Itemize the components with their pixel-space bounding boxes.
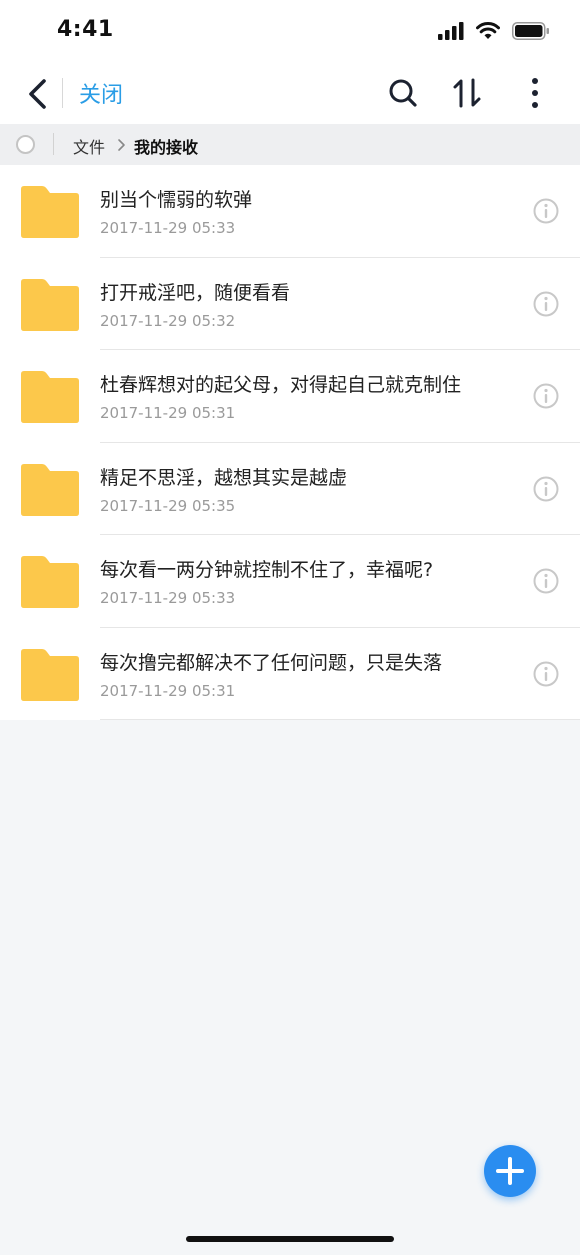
folder-icon bbox=[21, 648, 79, 701]
search-button[interactable] bbox=[386, 76, 420, 110]
list-item[interactable]: 别当个懦弱的软弹 2017-11-29 05:33 bbox=[0, 165, 580, 258]
sort-icon bbox=[453, 78, 481, 108]
folder-icon bbox=[21, 186, 79, 238]
info-icon[interactable] bbox=[533, 568, 559, 594]
more-vertical-icon bbox=[532, 78, 538, 108]
list-item[interactable]: 每次看一两分钟就控制不住了，幸福呢? 2017-11-29 05:33 bbox=[0, 535, 580, 628]
file-date: 2017-11-29 05:33 bbox=[100, 219, 236, 237]
info-icon[interactable] bbox=[533, 383, 559, 409]
home-indicator bbox=[186, 1236, 394, 1242]
status-bar: 4:41 bbox=[0, 0, 580, 62]
file-date: 2017-11-29 05:35 bbox=[100, 496, 236, 515]
list-item[interactable]: 每次撸完都解决不了任何问题，只是失落 2017-11-29 05:31 bbox=[0, 628, 580, 720]
list-item[interactable]: 精足不思淫，越想其实是越虚 2017-11-29 05:35 bbox=[0, 443, 580, 535]
file-name: 别当个懦弱的软弹 bbox=[100, 189, 253, 211]
folder-icon bbox=[21, 556, 79, 608]
info-icon[interactable] bbox=[533, 291, 559, 317]
file-date: 2017-11-29 05:31 bbox=[100, 404, 236, 422]
more-button[interactable] bbox=[520, 76, 550, 110]
sort-button[interactable] bbox=[451, 76, 485, 110]
select-all-radio[interactable] bbox=[16, 135, 35, 154]
breadcrumb-root[interactable]: 文件 bbox=[73, 134, 105, 158]
list-item[interactable]: 打开戒淫吧，随便看看 2017-11-29 05:32 bbox=[0, 258, 580, 350]
signal-icon bbox=[438, 22, 464, 40]
header: 关闭 bbox=[0, 62, 580, 124]
folder-icon bbox=[21, 371, 79, 423]
breadcrumb-current: 我的接收 bbox=[134, 138, 199, 157]
status-time: 4:41 bbox=[57, 17, 114, 42]
breadcrumb: 文件 我的接收 bbox=[0, 124, 580, 165]
breadcrumb-divider bbox=[53, 133, 54, 155]
screen: 4:41 关闭 文件 我的接收 别当个懦弱的软弹 2017-11-29 05:3… bbox=[0, 0, 580, 1255]
close-button[interactable]: 关闭 bbox=[79, 77, 123, 109]
file-name: 杜春辉想对的起父母，对得起自己就克制住 bbox=[100, 374, 462, 396]
file-list: 别当个懦弱的软弹 2017-11-29 05:33 打开戒淫吧，随便看看 201… bbox=[0, 165, 580, 720]
file-date: 2017-11-29 05:33 bbox=[100, 589, 236, 607]
file-name: 每次看一两分钟就控制不住了，幸福呢? bbox=[100, 559, 434, 581]
battery-icon bbox=[512, 22, 549, 40]
folder-icon bbox=[21, 278, 79, 331]
folder-icon bbox=[21, 463, 79, 516]
file-date: 2017-11-29 05:32 bbox=[100, 311, 236, 330]
chevron-left-icon bbox=[29, 79, 46, 109]
list-item[interactable]: 杜春辉想对的起父母，对得起自己就克制住 2017-11-29 05:31 bbox=[0, 350, 580, 443]
info-icon[interactable] bbox=[533, 661, 559, 687]
add-button[interactable] bbox=[484, 1145, 536, 1197]
file-name: 每次撸完都解决不了任何问题，只是失落 bbox=[100, 651, 443, 674]
chevron-right-icon bbox=[118, 139, 125, 151]
file-date: 2017-11-29 05:31 bbox=[100, 681, 236, 700]
file-name: 精足不思淫，越想其实是越虚 bbox=[100, 466, 348, 489]
status-icons bbox=[438, 22, 550, 40]
back-button[interactable] bbox=[22, 76, 56, 112]
wifi-icon bbox=[476, 22, 500, 39]
plus-icon bbox=[496, 1157, 524, 1185]
header-divider bbox=[62, 78, 63, 108]
row-divider bbox=[100, 719, 580, 720]
search-icon bbox=[389, 79, 417, 107]
info-icon[interactable] bbox=[533, 198, 559, 224]
info-icon[interactable] bbox=[533, 476, 559, 502]
file-name: 打开戒淫吧，随便看看 bbox=[100, 281, 291, 304]
